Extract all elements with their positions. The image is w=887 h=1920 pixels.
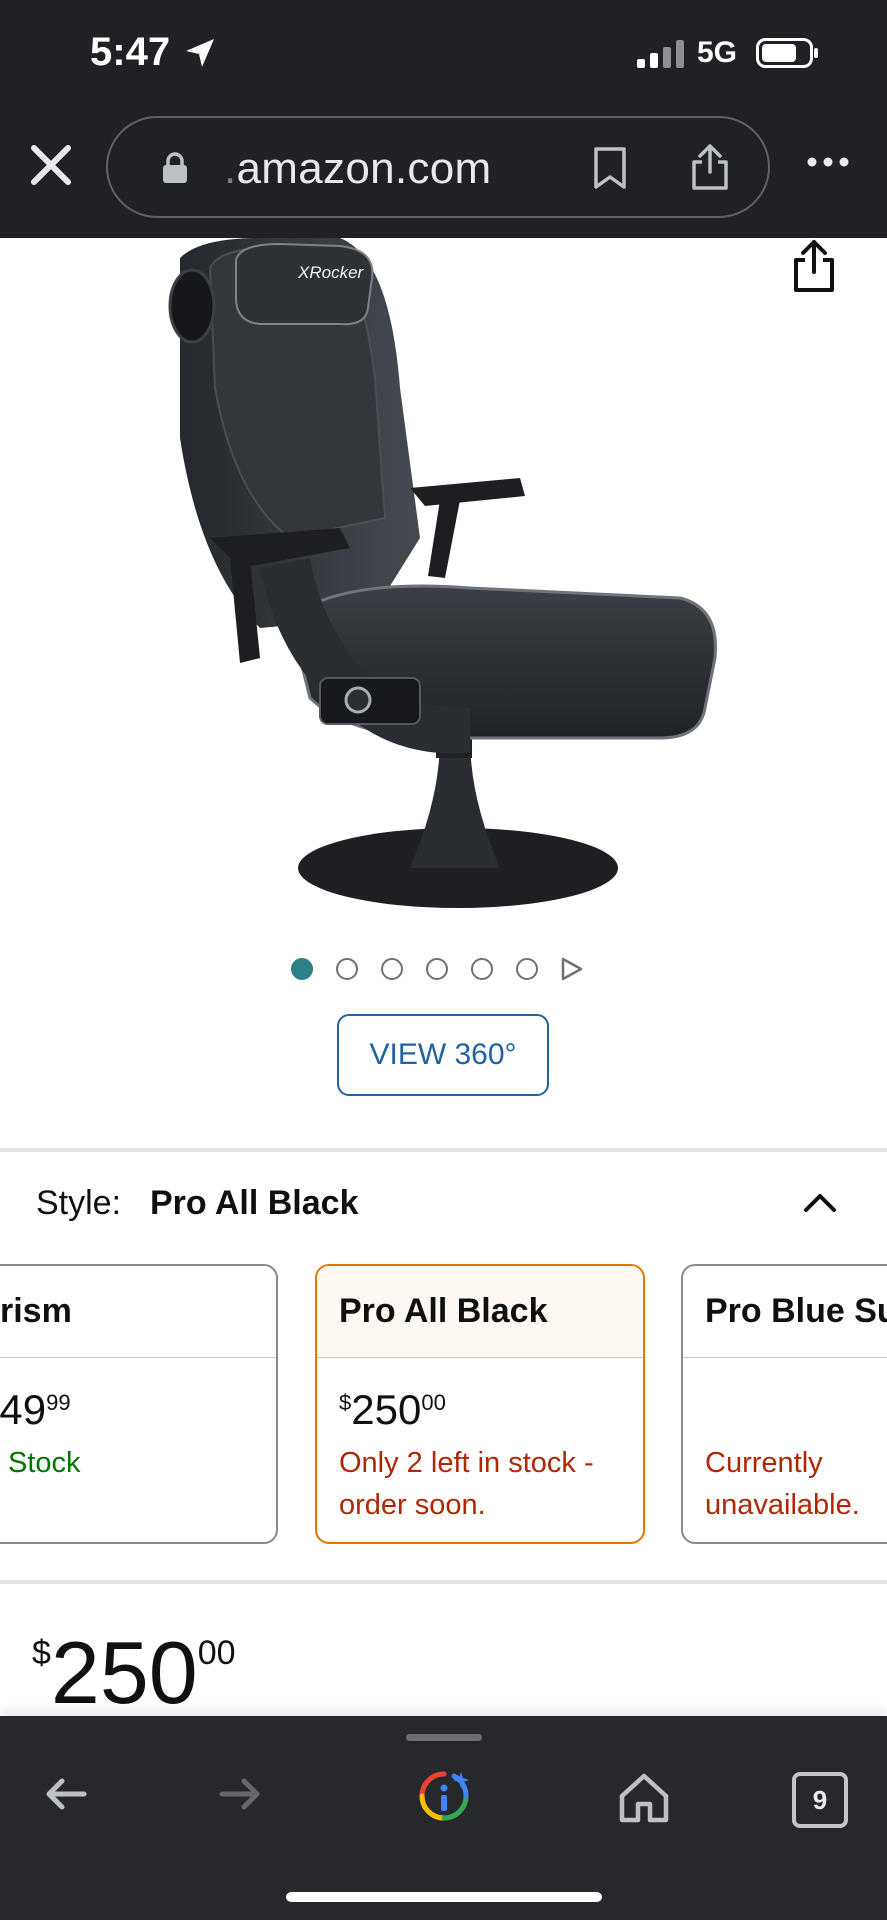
cellular-signal-icon (637, 40, 684, 68)
carousel-dot[interactable] (381, 958, 403, 980)
style-option-card-selected[interactable]: Pro All Black $25000 Only 2 left in stoc… (315, 1264, 645, 1544)
image-carousel-indicator (0, 956, 887, 986)
price-symbol: $ (32, 1634, 51, 1672)
price-symbol: $ (339, 1390, 352, 1415)
price-fraction: 00 (421, 1390, 446, 1415)
carousel-dot[interactable] (516, 958, 538, 980)
status-bar: 5:47 5G (0, 0, 887, 110)
price-fraction: 00 (197, 1634, 236, 1672)
carousel-dot[interactable] (291, 958, 313, 980)
style-option-price: 34999 (0, 1386, 71, 1434)
play-video-icon[interactable] (558, 956, 584, 982)
product-price: $25000 (32, 1622, 236, 1724)
browser-toolbar: .amazon.com (0, 110, 887, 238)
sheet-grab-handle[interactable] (406, 1734, 482, 1741)
style-selector-header[interactable]: Style: Pro All Black (0, 1152, 887, 1252)
style-option-header: Pro All Black (317, 1266, 643, 1358)
google-lens-icon[interactable] (416, 1768, 472, 1824)
style-selected-value: Pro All Black (150, 1184, 359, 1222)
bookmark-icon[interactable] (592, 146, 628, 190)
home-icon[interactable] (618, 1772, 670, 1824)
status-time: 5:47 (90, 30, 171, 74)
forward-arrow-icon[interactable] (218, 1772, 262, 1816)
url-text[interactable]: .amazon.com (224, 144, 491, 194)
network-type: 5G (697, 36, 738, 69)
share-icon[interactable] (688, 142, 732, 192)
style-option-availability: Only 2 left in stock - order soon. (339, 1447, 594, 1521)
style-option-name: Pro Blue Su (705, 1292, 887, 1330)
product-image-section: XRocker VIEW 360° (0, 238, 887, 1138)
more-menu-icon[interactable] (806, 152, 850, 172)
style-option-header: rism (0, 1266, 276, 1358)
location-arrow-icon (186, 39, 214, 67)
style-option-price: $25000 (339, 1386, 446, 1434)
brand-logo: XRocker (297, 263, 365, 282)
style-option-availability: Stock (8, 1447, 81, 1479)
style-option-card[interactable]: Pro Blue Su Currently unavailable. (681, 1264, 887, 1544)
style-label: Style: (36, 1184, 122, 1222)
view-360-button[interactable]: VIEW 360° (337, 1014, 549, 1096)
product-share-icon[interactable] (790, 238, 838, 294)
url-domain: amazon.com (236, 144, 492, 193)
browser-bottom-toolbar: 9 (0, 1716, 887, 1920)
tab-switcher-button[interactable]: 9 (792, 1772, 848, 1828)
carousel-dot[interactable] (426, 958, 448, 980)
product-image-gaming-chair[interactable]: XRocker (140, 238, 740, 918)
lock-icon (163, 152, 187, 183)
back-arrow-icon[interactable] (44, 1772, 88, 1816)
url-prefix: . (224, 144, 237, 193)
chevron-up-icon[interactable] (800, 1182, 840, 1222)
section-divider (0, 1580, 887, 1584)
style-option-name: Pro All Black (339, 1292, 548, 1330)
style-options-carousel: rism 34999 Stock Pro All Black $25000 On… (0, 1262, 887, 1546)
address-bar[interactable]: .amazon.com (106, 116, 770, 218)
price-whole: 349 (0, 1386, 47, 1433)
carousel-dot[interactable] (336, 958, 358, 980)
carousel-dot[interactable] (471, 958, 493, 980)
price-whole: 250 (50, 1623, 198, 1722)
home-indicator[interactable] (286, 1892, 602, 1902)
style-option-name: rism (0, 1292, 72, 1330)
battery-icon (756, 38, 818, 68)
style-option-header: Pro Blue Su (683, 1266, 887, 1358)
price-whole: 250 (351, 1386, 422, 1433)
price-fraction: 99 (46, 1390, 71, 1415)
close-icon[interactable] (28, 142, 74, 188)
style-option-availability: Currently unavailable. (705, 1447, 860, 1521)
style-option-card[interactable]: rism 34999 Stock (0, 1264, 278, 1544)
